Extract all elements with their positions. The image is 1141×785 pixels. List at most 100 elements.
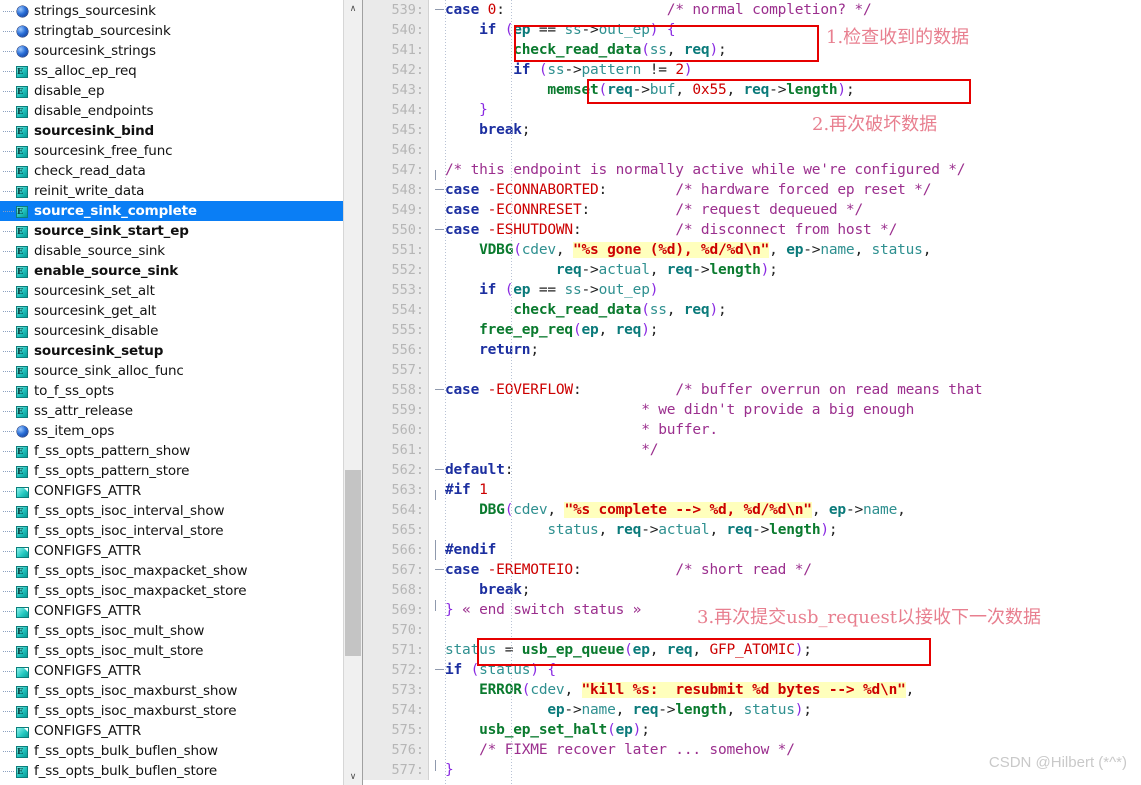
fold-marker[interactable] xyxy=(429,760,445,780)
outline-item-f_ss_opts_pattern_store[interactable]: Ef_ss_opts_pattern_store xyxy=(0,461,362,481)
fold-marker[interactable] xyxy=(429,140,445,160)
code-text[interactable]: case -EOVERFLOW: /* buffer overrun on re… xyxy=(445,380,1141,400)
scroll-down-arrow-icon[interactable]: ∨ xyxy=(344,768,362,785)
code-lines[interactable]: 539: case 0: /* normal completion? */540:… xyxy=(363,0,1141,780)
outline-item-source_sink_start_ep[interactable]: Esource_sink_start_ep xyxy=(0,221,362,241)
code-text[interactable]: ep->name, req->length, status); xyxy=(445,700,1141,720)
outline-item-reinit_write_data[interactable]: Ereinit_write_data xyxy=(0,181,362,201)
code-text[interactable]: VDBG(cdev, "%s gone (%d), %d/%d\n", ep->… xyxy=(445,240,1141,260)
outline-item-f_ss_opts_isoc_maxburst_show[interactable]: Ef_ss_opts_isoc_maxburst_show xyxy=(0,681,362,701)
scroll-up-arrow-icon[interactable]: ∧ xyxy=(344,0,362,17)
code-line[interactable]: 572: if (status) { xyxy=(363,660,1141,680)
code-text[interactable]: if (ss->pattern != 2) xyxy=(445,60,1141,80)
code-text[interactable]: case -ESHUTDOWN: /* disconnect from host… xyxy=(445,220,1141,240)
fold-marker[interactable] xyxy=(429,720,445,740)
outline-item-f_ss_opts_isoc_interval_store[interactable]: Ef_ss_opts_isoc_interval_store xyxy=(0,521,362,541)
fold-marker[interactable] xyxy=(429,680,445,700)
outline-item-sourcesink_set_alt[interactable]: Esourcesink_set_alt xyxy=(0,281,362,301)
code-text[interactable]: return; xyxy=(445,340,1141,360)
outline-item-disable_ep[interactable]: Edisable_ep xyxy=(0,81,362,101)
code-line[interactable]: 573: ERROR(cdev, "kill %s: resubmit %d b… xyxy=(363,680,1141,700)
code-line[interactable]: 557: xyxy=(363,360,1141,380)
code-text[interactable]: case -EREMOTEIO: /* short read */ xyxy=(445,560,1141,580)
code-line[interactable]: 560: * buffer. xyxy=(363,420,1141,440)
code-line[interactable]: 563: #if 1 xyxy=(363,480,1141,500)
fold-marker[interactable] xyxy=(429,740,445,760)
code-line[interactable]: 571: status = usb_ep_queue(ep, req, GFP_A… xyxy=(363,640,1141,660)
code-line[interactable]: 546: xyxy=(363,140,1141,160)
outline-item-f_ss_opts_isoc_interval_show[interactable]: Ef_ss_opts_isoc_interval_show xyxy=(0,501,362,521)
fold-marker[interactable] xyxy=(429,660,445,680)
outline-item-enable_source_sink[interactable]: Eenable_source_sink xyxy=(0,261,362,281)
fold-marker[interactable] xyxy=(429,700,445,720)
code-text[interactable]: memset(req->buf, 0x55, req->length); xyxy=(445,80,1141,100)
outline-item-configfs_attr[interactable]: CONFIGFS_ATTR xyxy=(0,661,362,681)
outline-item-sourcesink_strings[interactable]: sourcesink_strings xyxy=(0,41,362,61)
code-text[interactable]: status = usb_ep_queue(ep, req, GFP_ATOMI… xyxy=(445,640,1141,660)
code-line[interactable]: 543: memset(req->buf, 0x55, req->length)… xyxy=(363,80,1141,100)
outline-item-ss_item_ops[interactable]: ss_item_ops xyxy=(0,421,362,441)
outline-item-f_ss_opts_pattern_show[interactable]: Ef_ss_opts_pattern_show xyxy=(0,441,362,461)
code-text[interactable]: case -ECONNRESET: /* request dequeued */ xyxy=(445,200,1141,220)
code-line[interactable]: 555: free_ep_req(ep, req); xyxy=(363,320,1141,340)
fold-marker[interactable] xyxy=(429,560,445,580)
code-line[interactable]: 562: default: xyxy=(363,460,1141,480)
code-text[interactable]: #endif xyxy=(363,540,1141,560)
outline-item-ss_alloc_ep_req[interactable]: Ess_alloc_ep_req xyxy=(0,61,362,81)
code-line[interactable]: 548: case -ECONNABORTED: /* hardware forc… xyxy=(363,180,1141,200)
code-line[interactable]: 561: */ xyxy=(363,440,1141,460)
fold-marker[interactable] xyxy=(429,60,445,80)
code-line[interactable]: 568: break; xyxy=(363,580,1141,600)
fold-marker[interactable] xyxy=(429,420,445,440)
outline-item-sourcesink_disable[interactable]: Esourcesink_disable xyxy=(0,321,362,341)
code-line[interactable]: 556: return; xyxy=(363,340,1141,360)
code-line[interactable]: 542: if (ss->pattern != 2) xyxy=(363,60,1141,80)
code-text[interactable]: req->actual, req->length); xyxy=(445,260,1141,280)
outline-list[interactable]: strings_sourcesink stringtab_sourcesink so… xyxy=(0,0,362,785)
fold-marker[interactable] xyxy=(429,200,445,220)
code-line[interactable]: 551: VDBG(cdev, "%s gone (%d), %d/%d\n",… xyxy=(363,240,1141,260)
code-text[interactable]: * we didn't provide a big enough xyxy=(445,400,1141,420)
fold-marker[interactable] xyxy=(429,500,445,520)
code-text[interactable]: default: xyxy=(445,460,1141,480)
code-text[interactable]: * buffer. xyxy=(445,420,1141,440)
outline-item-configfs_attr[interactable]: CONFIGFS_ATTR xyxy=(0,781,362,785)
code-text[interactable]: if (ep == ss->out_ep) { xyxy=(445,20,1141,40)
code-line[interactable]: 541: check_read_data(ss, req); xyxy=(363,40,1141,60)
code-text[interactable]: */ xyxy=(445,440,1141,460)
code-text[interactable]: check_read_data(ss, req); xyxy=(445,300,1141,320)
fold-marker[interactable] xyxy=(429,80,445,100)
fold-marker[interactable] xyxy=(429,260,445,280)
fold-marker[interactable] xyxy=(429,520,445,540)
outline-item-sourcesink_setup[interactable]: Esourcesink_setup xyxy=(0,341,362,361)
outline-item-f_ss_opts_bulk_buflen_store[interactable]: Ef_ss_opts_bulk_buflen_store xyxy=(0,761,362,781)
code-line[interactable]: 567: case -EREMOTEIO: /* short read */ xyxy=(363,560,1141,580)
code-line[interactable]: 566: #endif xyxy=(363,540,1141,560)
outline-item-configfs_attr[interactable]: CONFIGFS_ATTR xyxy=(0,481,362,501)
fold-marker[interactable] xyxy=(429,580,445,600)
fold-marker[interactable] xyxy=(429,180,445,200)
fold-marker[interactable] xyxy=(429,240,445,260)
code-text[interactable]: if (status) { xyxy=(445,660,1141,680)
code-text[interactable]: usb_ep_set_halt(ep); xyxy=(445,720,1141,740)
code-text[interactable]: #if 1 xyxy=(363,480,1141,500)
fold-marker[interactable] xyxy=(429,440,445,460)
code-line[interactable]: 554: check_read_data(ss, req); xyxy=(363,300,1141,320)
outline-item-disable_source_sink[interactable]: Edisable_source_sink xyxy=(0,241,362,261)
code-text[interactable]: free_ep_req(ep, req); xyxy=(445,320,1141,340)
outline-item-source_sink_alloc_func[interactable]: Esource_sink_alloc_func xyxy=(0,361,362,381)
fold-marker[interactable] xyxy=(429,40,445,60)
fold-marker[interactable] xyxy=(429,460,445,480)
code-text[interactable] xyxy=(445,140,1141,160)
fold-marker[interactable] xyxy=(429,600,445,620)
outline-scrollbar-thumb[interactable] xyxy=(345,470,361,656)
fold-marker[interactable] xyxy=(429,280,445,300)
code-line[interactable]: 549: case -ECONNRESET: /* request dequeue… xyxy=(363,200,1141,220)
code-line[interactable]: 574: ep->name, req->length, status); xyxy=(363,700,1141,720)
code-line[interactable]: 550: case -ESHUTDOWN: /* disconnect from … xyxy=(363,220,1141,240)
code-line[interactable]: 545: break; xyxy=(363,120,1141,140)
outline-item-f_ss_opts_isoc_maxpacket_store[interactable]: Ef_ss_opts_isoc_maxpacket_store xyxy=(0,581,362,601)
outline-scrollbar[interactable]: ∧ ∨ xyxy=(343,0,362,785)
fold-marker[interactable] xyxy=(429,20,445,40)
outline-item-sourcesink_free_func[interactable]: Esourcesink_free_func xyxy=(0,141,362,161)
